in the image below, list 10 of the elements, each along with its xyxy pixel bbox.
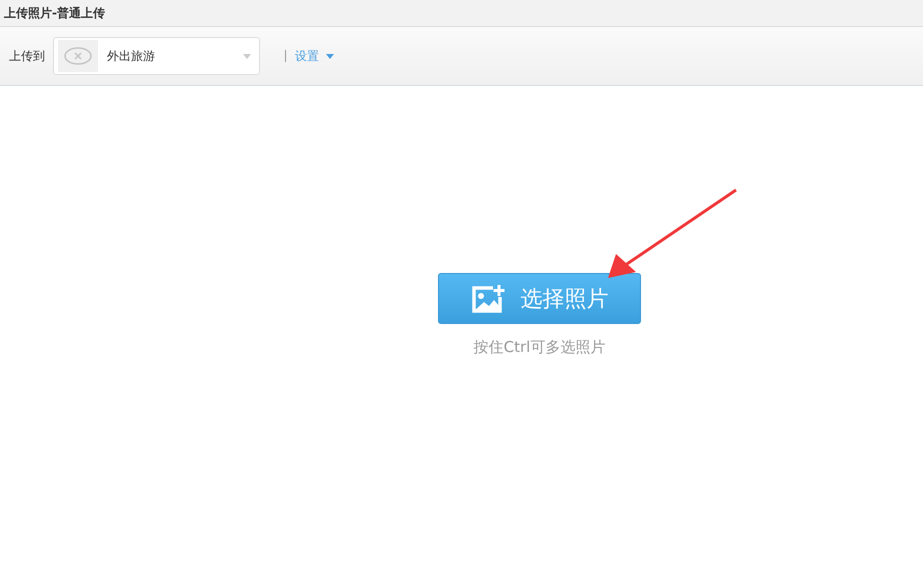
- caret-icon: [243, 54, 251, 58]
- choose-photos-button[interactable]: 选择照片: [438, 273, 641, 324]
- window-title: 上传照片-普通上传: [4, 4, 105, 22]
- settings-link[interactable]: 设置: [295, 48, 334, 64]
- album-dropdown[interactable]: 外出旅游: [53, 37, 260, 75]
- hint-text: 按住Ctrl可多选照片: [474, 338, 606, 357]
- no-image-icon: [64, 47, 92, 65]
- upload-to-label: 上传到: [9, 48, 45, 64]
- add-image-icon: [470, 284, 504, 314]
- caret-icon: [326, 54, 334, 58]
